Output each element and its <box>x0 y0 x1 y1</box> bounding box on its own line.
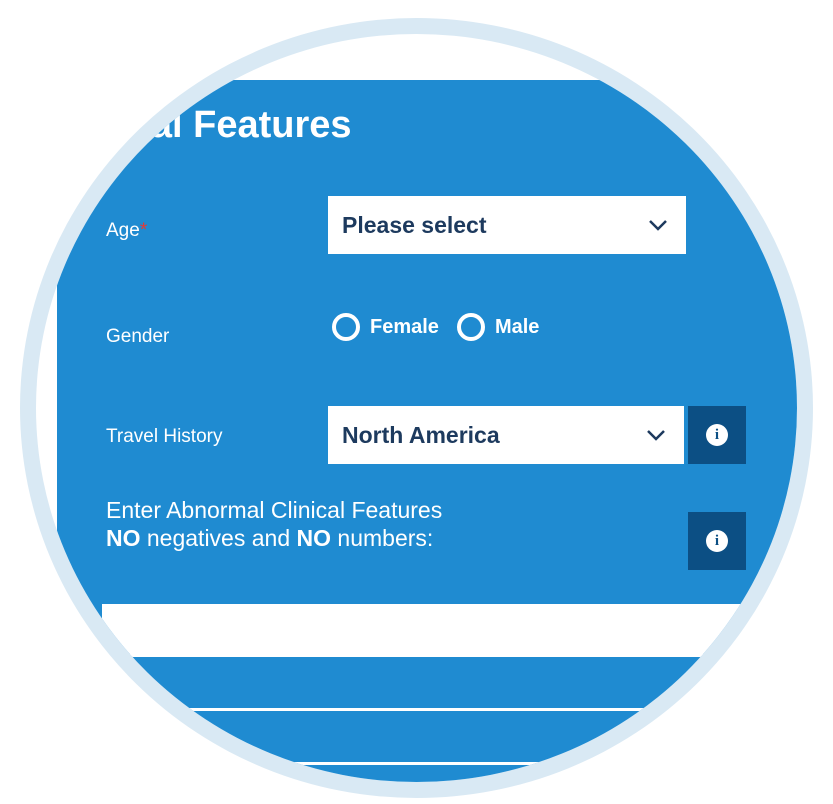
age-select[interactable]: Please select <box>328 196 686 254</box>
instructions-line-1: Enter Abnormal Clinical Features <box>106 497 443 523</box>
no-emphasis-2: NO <box>296 525 332 551</box>
divider-line <box>122 654 728 657</box>
age-select-value: Please select <box>342 211 487 238</box>
no-emphasis-1: NO <box>106 525 141 551</box>
clinical-features-info-button[interactable]: i <box>688 512 746 570</box>
chevron-down-icon <box>647 430 665 441</box>
radio-circle-icon <box>332 313 360 341</box>
gender-male-radio[interactable]: Male <box>456 313 540 341</box>
age-label-text: Age <box>106 220 140 241</box>
required-marker: * <box>139 220 148 241</box>
instructions-mid: negatives and <box>140 525 297 551</box>
radio-circle-icon <box>456 313 485 341</box>
travel-history-label: Travel History <box>106 426 223 447</box>
age-label: Age* <box>106 220 147 242</box>
gender-female-label: Female <box>370 315 439 338</box>
gender-label: Gender <box>106 326 170 347</box>
divider-line <box>186 708 672 711</box>
section-title: nical Features <box>96 104 352 146</box>
gender-female-radio[interactable]: Female <box>332 313 439 341</box>
instructions-line-2: NO negatives and NO numbers: <box>106 524 442 552</box>
travel-history-select[interactable]: North America <box>328 406 684 464</box>
clinical-features-input[interactable] <box>102 604 746 656</box>
divider-line <box>288 762 566 765</box>
gender-radio-group: Female Male <box>332 313 557 341</box>
chevron-down-icon <box>649 220 667 231</box>
travel-history-info-button[interactable]: i <box>688 406 746 464</box>
travel-history-value: North America <box>342 421 500 448</box>
magnifier-circle: nical Features Age* Please select Gender… <box>36 34 797 782</box>
info-icon: i <box>706 530 728 552</box>
info-icon: i <box>706 424 728 446</box>
gender-male-label: Male <box>494 315 540 338</box>
clinical-features-instructions: Enter Abnormal Clinical Features NO nega… <box>106 496 442 552</box>
instructions-end: numbers: <box>331 525 434 551</box>
